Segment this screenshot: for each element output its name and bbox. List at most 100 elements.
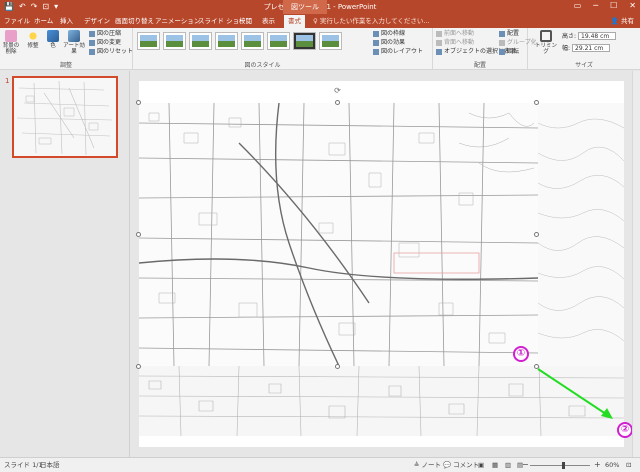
reset-picture-button[interactable]: 図のリセット bbox=[89, 48, 133, 56]
picture-effects-button[interactable]: 図の効果 bbox=[373, 39, 405, 47]
width-input[interactable]: 29.21 cm bbox=[572, 44, 611, 52]
fit-to-window-icon[interactable]: ⊡ bbox=[626, 458, 631, 472]
border-label: 図の枠線 bbox=[381, 30, 406, 37]
style-preview bbox=[296, 35, 313, 47]
tab-home[interactable]: ホーム bbox=[34, 16, 53, 26]
style-thumb-5[interactable] bbox=[241, 32, 264, 50]
crop-button[interactable]: トリミング bbox=[534, 30, 558, 55]
style-thumb-7[interactable] bbox=[293, 32, 316, 50]
crop-label: トリミング bbox=[534, 43, 557, 55]
compress-pictures-button[interactable]: 図の圧縮 bbox=[89, 30, 121, 38]
reset-picture-icon bbox=[89, 48, 95, 55]
artistic-effects-icon bbox=[68, 30, 80, 42]
share-button[interactable]: 👤 共有 bbox=[611, 16, 634, 26]
tab-view[interactable]: 表示 bbox=[262, 16, 275, 26]
arrange-group-label: 配置 bbox=[473, 62, 486, 69]
restore-icon[interactable]: ☐ bbox=[610, 1, 617, 10]
style-thumb-1[interactable] bbox=[137, 32, 160, 50]
change-picture-label: 図の変更 bbox=[97, 39, 122, 46]
tab-design[interactable]: デザイン bbox=[84, 16, 110, 26]
height-input[interactable]: 19.48 cm bbox=[578, 32, 617, 40]
comments-button[interactable]: 💬 コメント bbox=[443, 458, 479, 472]
compress-icon bbox=[89, 30, 95, 37]
send-backward-button[interactable]: 背面へ移動 bbox=[436, 39, 474, 47]
title-bar: 💾 ↶ ↷ ⊡ ▾ プレゼンテーション1 - PowerPoint 図ツール ▭… bbox=[0, 0, 640, 14]
zoom-in-button[interactable]: + bbox=[594, 458, 601, 472]
effects-icon bbox=[373, 39, 379, 46]
corrections-button[interactable]: 修整 bbox=[24, 30, 42, 49]
border-icon bbox=[373, 30, 379, 37]
zoom-slider-knob[interactable] bbox=[562, 462, 565, 469]
picture-layout-button[interactable]: 図のレイアウト bbox=[373, 48, 423, 56]
normal-view-icon[interactable]: ▣ bbox=[478, 458, 484, 472]
drag-arrow-head bbox=[601, 408, 613, 419]
style-preview bbox=[140, 35, 157, 47]
rotate-icon bbox=[499, 48, 505, 55]
color-button[interactable]: 色 bbox=[44, 30, 62, 49]
notes-button[interactable]: ≜ ノート bbox=[414, 458, 441, 472]
slide-sorter-icon[interactable]: ▦ bbox=[492, 458, 498, 472]
width-label: 幅: bbox=[562, 45, 571, 52]
tell-me-search[interactable]: ♀ 実行したい作業を入力してください... bbox=[313, 16, 430, 26]
callout-one: ① bbox=[513, 346, 529, 362]
align-icon bbox=[499, 30, 505, 37]
width-field: 幅: 29.21 cm bbox=[562, 44, 611, 53]
style-thumb-2[interactable] bbox=[163, 32, 186, 50]
style-thumb-4[interactable] bbox=[215, 32, 238, 50]
ribbon-tabs: ファイル ホーム 挿入 デザイン 画面切り替え アニメーション スライド ショー… bbox=[0, 14, 640, 28]
group-icon bbox=[499, 39, 505, 46]
size-group-label: サイズ bbox=[575, 62, 593, 69]
ribbon-display-options-icon[interactable]: ▭ bbox=[574, 1, 582, 10]
rotate-button[interactable]: 回転 bbox=[499, 48, 519, 56]
size-group: トリミング 高さ: 19.48 cm 幅: 29.21 cm サイズ bbox=[528, 28, 640, 70]
artistic-effects-label: アート効果 bbox=[63, 43, 85, 55]
tab-insert[interactable]: 挿入 bbox=[60, 16, 73, 26]
vertical-scrollbar[interactable] bbox=[632, 71, 640, 457]
drag-arrow-overlay bbox=[537, 368, 613, 419]
rotate-label: 回転 bbox=[507, 48, 520, 55]
drag-arrow-line bbox=[537, 368, 610, 417]
style-thumb-3[interactable] bbox=[189, 32, 212, 50]
change-picture-icon bbox=[89, 39, 95, 46]
picture-styles-group: 図の枠線 図の効果 図のレイアウト 図のスタイル bbox=[133, 28, 433, 70]
send-backward-icon bbox=[436, 39, 442, 46]
selection-pane-icon bbox=[436, 48, 442, 55]
reading-view-icon[interactable]: ▥ bbox=[505, 458, 511, 472]
close-icon[interactable]: ✕ bbox=[629, 1, 636, 10]
picture-border-button[interactable]: 図の枠線 bbox=[373, 30, 405, 38]
style-preview bbox=[166, 35, 183, 47]
style-thumb-8[interactable] bbox=[319, 32, 342, 50]
callout-two: ② bbox=[617, 422, 633, 438]
tab-review[interactable]: 校閲 bbox=[239, 16, 252, 26]
effects-label: 図の効果 bbox=[381, 39, 406, 46]
style-preview bbox=[192, 35, 209, 47]
align-label: 配置 bbox=[507, 30, 520, 37]
color-icon bbox=[47, 30, 59, 42]
artistic-effects-button[interactable]: アート効果 bbox=[63, 30, 85, 55]
remove-background-icon bbox=[5, 30, 17, 42]
language-indicator[interactable]: 日本語 bbox=[40, 458, 60, 472]
minimize-icon[interactable]: ─ bbox=[593, 1, 598, 10]
slide-thumbnail[interactable] bbox=[12, 76, 118, 158]
zoom-out-button[interactable]: − bbox=[522, 458, 529, 472]
bring-forward-button[interactable]: 前面へ移動 bbox=[436, 30, 474, 38]
style-thumb-6[interactable] bbox=[267, 32, 290, 50]
tab-animations[interactable]: アニメーション bbox=[155, 16, 200, 26]
change-picture-button[interactable]: 図の変更 bbox=[89, 39, 121, 47]
align-button[interactable]: 配置 bbox=[499, 30, 519, 38]
color-label: 色 bbox=[50, 43, 56, 49]
remove-background-label: 背景の削除 bbox=[2, 43, 20, 55]
layout-icon bbox=[373, 48, 379, 55]
slide-number: 1 bbox=[5, 77, 10, 85]
zoom-slider[interactable] bbox=[530, 462, 590, 469]
tab-format[interactable]: 書式 bbox=[284, 15, 305, 28]
tab-file[interactable]: ファイル bbox=[4, 16, 30, 26]
tab-transitions[interactable]: 画面切り替え bbox=[115, 16, 154, 26]
status-bar: スライド 1/1 日本語 ≜ ノート 💬 コメント ▣ ▦ ▥ ▤ − + 60… bbox=[0, 457, 640, 472]
zoom-level[interactable]: 60% bbox=[605, 458, 619, 472]
style-preview bbox=[218, 35, 235, 47]
picture-styles-gallery bbox=[137, 32, 365, 54]
bring-forward-icon bbox=[436, 30, 442, 37]
remove-background-button[interactable]: 背景の削除 bbox=[2, 30, 20, 55]
ribbon: 背景の削除 修整 色 アート効果 図の圧縮 図の変更 図のリセット 調整 図の枠… bbox=[0, 28, 640, 70]
